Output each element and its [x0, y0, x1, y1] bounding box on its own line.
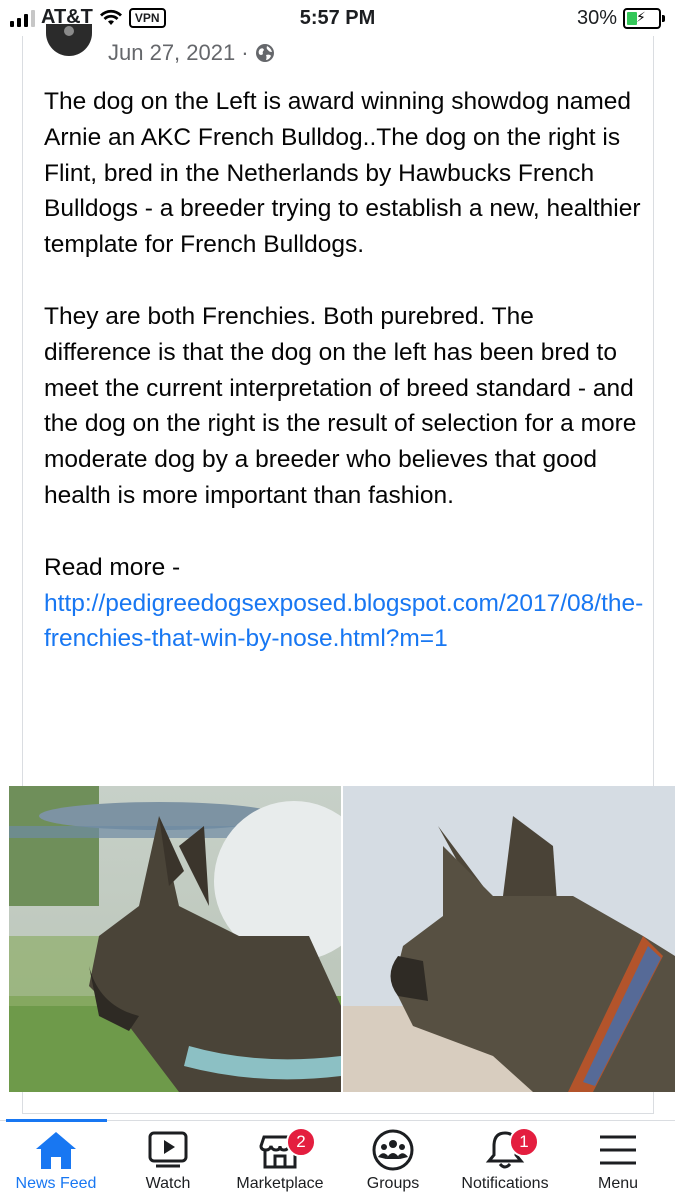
tab-label: Watch [145, 1175, 191, 1192]
status-right: 30% ⚡ [576, 7, 665, 30]
post-body: The dog on the Left is award winning sho… [44, 84, 644, 657]
tab-menu[interactable]: Menu [558, 1129, 675, 1193]
status-time: 5:57 PM [299, 7, 376, 29]
globe-icon [255, 44, 274, 62]
tab-watch[interactable]: Watch [108, 1129, 228, 1193]
tab-label: Marketplace [236, 1175, 324, 1192]
post-paragraph: The dog on the Left is award winning sho… [44, 88, 641, 259]
home-icon [36, 1132, 76, 1169]
tab-label: Groups [366, 1175, 420, 1192]
dog-photo-left[interactable] [9, 786, 341, 1092]
battery-icon: ⚡ [623, 8, 665, 29]
post-paragraph: They are both Frenchies. Both purebred. … [44, 302, 637, 509]
tab-label: Notifications [461, 1175, 549, 1192]
status-bar: AT&T VPN 5:57 PM 30% ⚡ [0, 0, 675, 36]
tab-news-feed[interactable]: News Feed [0, 1129, 116, 1193]
tab-label: News Feed [15, 1175, 97, 1192]
post-date[interactable]: Jun 27, 2021 [108, 40, 235, 66]
battery-percent: 30% [576, 7, 617, 29]
tab-notifications[interactable]: 1 Notifications [445, 1127, 565, 1193]
bottom-nav: News Feed Watch 2 Marketplace Groups 1 N… [0, 1119, 675, 1201]
post-meta: Jun 27, 2021 · [108, 40, 275, 66]
tab-marketplace[interactable]: 2 Marketplace [220, 1127, 340, 1193]
groups-icon [372, 1129, 414, 1171]
menu-icon [600, 1135, 636, 1165]
active-tab-indicator [6, 1119, 107, 1122]
tab-groups[interactable]: Groups [333, 1129, 453, 1193]
read-more-label: Read more - [44, 553, 181, 581]
marketplace-badge: 2 [286, 1127, 316, 1157]
tab-label: Menu [597, 1175, 639, 1192]
article-link[interactable]: http://pedigreedogsexposed.blogspot.com/… [44, 586, 644, 658]
post-photos[interactable] [9, 786, 675, 1092]
meta-separator: · [241, 40, 249, 65]
dog-photo-right[interactable] [343, 786, 675, 1092]
watch-icon [148, 1131, 188, 1168]
notifications-badge: 1 [509, 1127, 539, 1157]
